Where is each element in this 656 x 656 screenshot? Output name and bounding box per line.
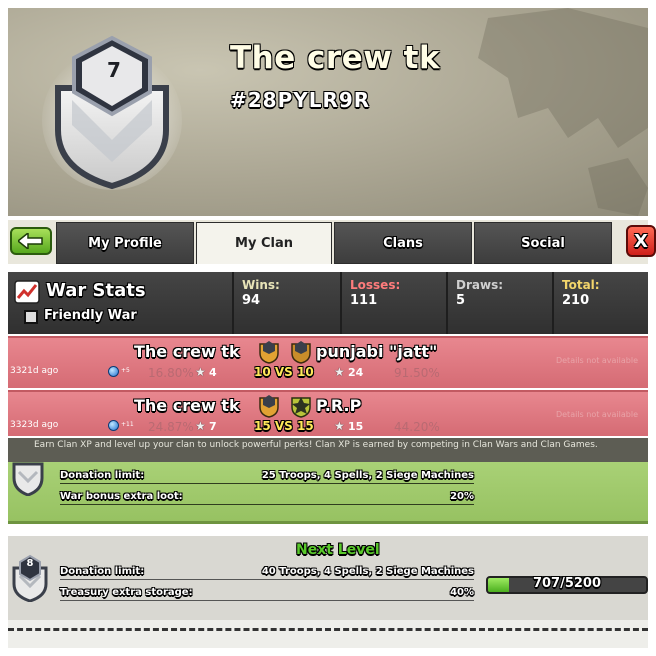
wins-value: 94 [242,293,261,308]
war-log-icon [14,280,40,304]
our-stars: 4 [209,366,217,379]
perk-row: Treasury extra storage: 40% [60,587,474,601]
perk-value: 40% [450,587,474,598]
tab-label: Clans [383,235,423,251]
total-value: 210 [562,293,590,308]
tab-label: My Profile [88,235,162,251]
perk-value: 20% [450,491,474,502]
clan-tag: #28PYLR9R [230,88,371,112]
perk-value: 25 Troops, 4 Spells, 2 Siege Machines [261,470,474,481]
tab-social[interactable]: Social [474,222,612,264]
losses-label: Losses: [350,278,401,292]
clan-banner: 7 The crew tk #28PYLR9R [8,8,648,216]
war-size: 10 VS 10 [254,365,314,379]
tab-label: My Clan [235,236,293,251]
next-level-title: Next Level [296,542,380,558]
losses-value: 111 [350,293,378,308]
clan-xp-gained: +11 [121,421,134,428]
opponent-clan-name: P.R.P [316,396,362,415]
war-stats-panel: War Stats Friendly War Wins: 94 Losses: … [8,272,648,334]
tab-bar: My Profile My Clan Clans Social X [8,220,656,264]
next-level-number: 8 [26,558,34,569]
star-icon: ★ [195,419,206,433]
perk-key: Donation limit: [60,470,145,481]
war-size: 15 VS 15 [254,419,314,433]
clan-level-number: 7 [107,58,121,82]
war-time-ago: 3323d ago [10,420,59,430]
clan-perks-info-text: Earn Clan XP and level up your clan to u… [34,440,598,450]
opponent-clan-badge-icon [291,397,311,418]
war-log-row[interactable]: 3321d ago The crew tk punjabi "jatt" +5 … [8,336,648,388]
draws-stat: Draws: 5 [446,272,550,334]
wins-stat: Wins: 94 [232,272,338,334]
current-level-badge-icon [12,462,44,496]
star-icon: ★ [195,365,206,379]
details-unavailable: Details not available [555,356,638,365]
world-map-decoration [478,8,648,216]
war-stats-title: War Stats [46,280,146,301]
draws-value: 5 [456,293,466,308]
total-stat: Total: 210 [552,272,648,334]
clan-xp-progress-text: 707/5200 [532,576,602,591]
tab-my-profile[interactable]: My Profile [56,222,194,264]
clan-level-badge [42,35,182,190]
perk-row: Donation limit: 40 Troops, 4 Spells, 2 S… [60,566,474,580]
bottom-divider [8,628,648,631]
wins-label: Wins: [242,278,280,292]
perk-key: War bonus extra loot: [60,491,183,502]
tab-my-clan[interactable]: My Clan [196,222,332,264]
tab-clans[interactable]: Clans [334,222,472,264]
details-unavailable: Details not available [555,410,638,419]
opponent-destruction: 91.50% [394,366,440,380]
our-clan-badge-icon [259,395,279,418]
opponent-clan-name: punjabi "jatt" [316,342,438,361]
perk-value: 40 Troops, 4 Spells, 2 Siege Machines [261,566,474,577]
draws-label: Draws: [456,278,504,292]
clan-perks-info: Earn Clan XP and level up your clan to u… [8,438,648,462]
clan-name: The crew tk [230,40,441,76]
opponent-destruction: 44.20% [394,420,440,434]
star-icon: ★ [334,365,345,379]
losses-stat: Losses: 111 [340,272,444,334]
friendly-war-label: Friendly War [44,308,137,323]
clan-xp-gained: +5 [121,367,130,374]
total-label: Total: [562,278,600,292]
perk-row: War bonus extra loot: 20% [60,491,474,505]
footer-strip [8,620,648,648]
tab-label: Social [521,235,565,251]
war-log-row[interactable]: 3323d ago The crew tk P.R.P +11 24.87% ★… [8,390,648,436]
our-destruction: 24.87% [148,420,194,434]
perk-key: Treasury extra storage: [60,587,193,598]
next-level-perks: Next Level 8 Donation limit: 40 Troops, … [8,536,648,620]
our-destruction: 16.80% [148,366,194,380]
arrow-left-icon [18,233,43,249]
war-time-ago: 3321d ago [10,366,59,376]
our-stars: 7 [209,420,217,433]
opponent-stars: 24 [348,366,364,379]
clan-xp-icon [108,420,119,431]
back-button[interactable] [10,227,52,255]
our-clan-name: The crew tk [134,396,240,415]
current-level-perks: Donation limit: 25 Troops, 4 Spells, 2 S… [8,462,648,524]
opponent-stars: 15 [348,420,364,433]
opponent-clan-badge-icon [291,341,311,364]
our-clan-name: The crew tk [134,342,240,361]
perk-key: Donation limit: [60,566,145,577]
perk-row: Donation limit: 25 Troops, 4 Spells, 2 S… [60,470,474,484]
close-button[interactable]: X [626,225,656,257]
star-icon: ★ [334,419,345,433]
friendly-war-checkbox[interactable] [24,310,38,324]
our-clan-badge-icon [259,341,279,364]
clan-xp-icon [108,366,119,377]
